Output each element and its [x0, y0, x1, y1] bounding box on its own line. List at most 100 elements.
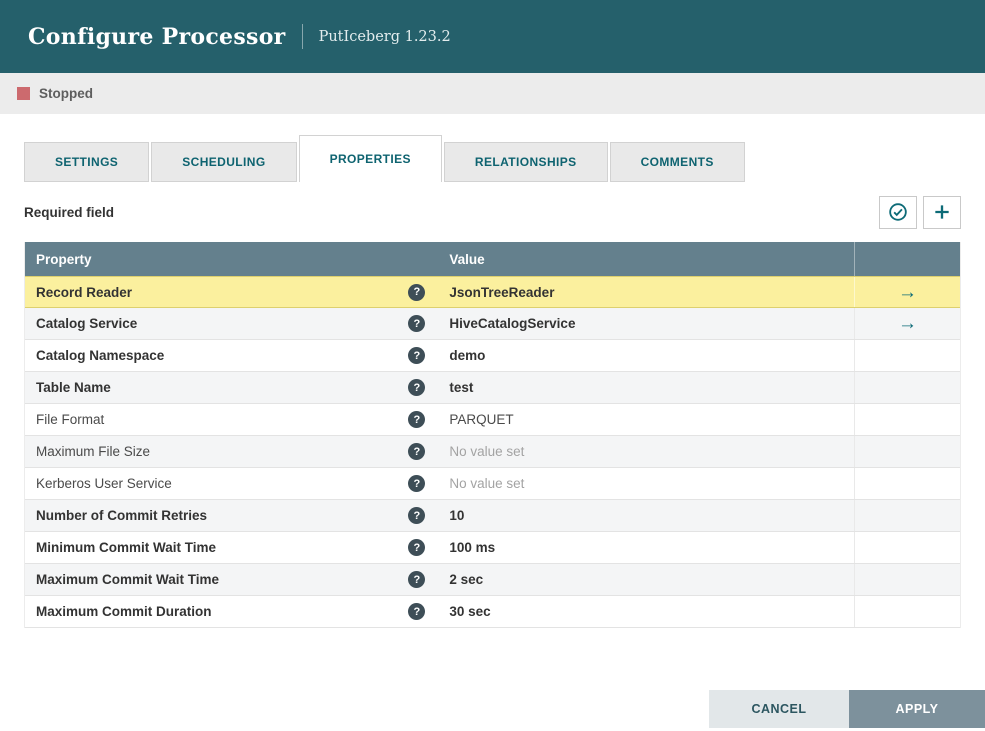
tab-settings[interactable]: SETTINGS: [24, 142, 150, 182]
property-name: Minimum Commit Wait Time: [36, 540, 217, 555]
table-row[interactable]: Catalog Namespace? demo: [25, 340, 960, 372]
property-name: File Format: [36, 412, 105, 427]
status-label: Stopped: [39, 86, 93, 101]
properties-table-body: Record Reader? JsonTreeReader → Catalog Ser…: [25, 276, 960, 628]
value-column-label: Value: [449, 251, 485, 267]
plus-icon: [932, 202, 952, 222]
action-column-header: [854, 242, 960, 276]
go-to-service-icon[interactable]: →: [898, 283, 917, 302]
action-cell: [854, 372, 960, 403]
property-name-cell: Record Reader?: [25, 277, 436, 307]
property-name: Maximum File Size: [36, 444, 151, 459]
table-row[interactable]: Minimum Commit Wait Time? 100 ms: [25, 532, 960, 564]
property-name: Maximum Commit Duration: [36, 604, 212, 619]
property-value-cell[interactable]: 10: [436, 500, 854, 531]
property-name: Maximum Commit Wait Time: [36, 572, 220, 587]
property-name: Table Name: [36, 380, 111, 395]
property-name-cell: Minimum Commit Wait Time?: [25, 532, 436, 563]
action-cell: [854, 500, 960, 531]
help-icon[interactable]: ?: [408, 571, 426, 588]
tab-scheduling[interactable]: SCHEDULING: [151, 142, 297, 182]
property-name-cell: Maximum Commit Duration?: [25, 596, 436, 627]
property-name-cell: Maximum Commit Wait Time?: [25, 564, 436, 595]
help-icon[interactable]: ?: [408, 603, 426, 620]
property-value-cell[interactable]: 30 sec: [436, 596, 854, 627]
stopped-status-icon: [17, 87, 30, 100]
property-name-cell: Number of Commit Retries?: [25, 500, 436, 531]
property-value-cell[interactable]: demo: [436, 340, 854, 371]
property-value-cell[interactable]: No value set: [436, 468, 854, 499]
dialog-footer: CANCEL APPLY: [709, 690, 985, 728]
action-cell: [854, 340, 960, 371]
table-row[interactable]: Record Reader? JsonTreeReader →: [25, 276, 960, 308]
action-cell: [854, 404, 960, 435]
help-icon[interactable]: ?: [408, 507, 426, 524]
status-bar: Stopped: [0, 73, 985, 114]
action-cell: [854, 436, 960, 467]
property-name-cell: Catalog Service?: [25, 308, 436, 339]
verify-properties-button[interactable]: [879, 195, 917, 229]
tab-bar: SETTINGS SCHEDULING PROPERTIES RELATIONSHIP…: [24, 135, 961, 182]
table-row[interactable]: File Format? PARQUET: [25, 404, 960, 436]
action-cell: [854, 596, 960, 627]
property-value-cell[interactable]: test: [436, 372, 854, 403]
property-name: Kerberos User Service: [36, 476, 172, 491]
cancel-button[interactable]: CANCEL: [709, 690, 849, 728]
property-name-cell: Table Name?: [25, 372, 436, 403]
property-value-cell[interactable]: No value set: [436, 436, 854, 467]
table-row[interactable]: Number of Commit Retries? 10: [25, 500, 960, 532]
property-value-cell[interactable]: 2 sec: [436, 564, 854, 595]
table-row[interactable]: Maximum File Size? No value set: [25, 436, 960, 468]
property-column-header: Property: [25, 242, 436, 276]
property-name-cell: Maximum File Size?: [25, 436, 436, 467]
properties-table: Property Value Record Reader? JsonTreeRea…: [24, 242, 961, 628]
table-row[interactable]: Kerberos User Service? No value set: [25, 468, 960, 500]
action-cell: →: [854, 308, 960, 339]
tab-properties[interactable]: PROPERTIES: [298, 135, 442, 182]
required-field-label: Required field: [24, 204, 115, 220]
action-cell: [854, 532, 960, 563]
table-row[interactable]: Maximum Commit Duration? 30 sec: [25, 596, 960, 628]
property-value-cell[interactable]: HiveCatalogService: [436, 308, 854, 339]
property-column-label: Property: [36, 251, 92, 267]
property-name-cell: Catalog Namespace?: [25, 340, 436, 371]
property-name: Catalog Service: [36, 316, 138, 331]
property-name: Number of Commit Retries: [36, 508, 208, 523]
help-icon[interactable]: ?: [408, 475, 426, 492]
add-property-button[interactable]: [923, 195, 961, 229]
dialog-content: SETTINGS SCHEDULING PROPERTIES RELATIONSHIP…: [0, 135, 985, 628]
help-icon[interactable]: ?: [408, 283, 426, 301]
apply-button[interactable]: APPLY: [849, 690, 985, 728]
table-row[interactable]: Catalog Service? HiveCatalogService →: [25, 308, 960, 340]
table-row[interactable]: Maximum Commit Wait Time? 2 sec: [25, 564, 960, 596]
dialog-title: Configure Processor: [28, 23, 286, 50]
tab-relationships[interactable]: RELATIONSHIPS: [443, 142, 608, 182]
property-value-cell[interactable]: PARQUET: [436, 404, 854, 435]
property-name-cell: File Format?: [25, 404, 436, 435]
help-icon[interactable]: ?: [408, 379, 426, 396]
processor-type-version: PutIceberg 1.23.2: [318, 28, 451, 45]
property-name: Record Reader: [36, 284, 133, 300]
help-icon[interactable]: ?: [408, 411, 426, 428]
help-icon[interactable]: ?: [408, 347, 426, 364]
help-icon[interactable]: ?: [408, 539, 426, 556]
properties-toolbar: Required field: [24, 194, 961, 230]
tab-comments[interactable]: COMMENTS: [609, 142, 745, 182]
property-value-cell[interactable]: JsonTreeReader: [436, 277, 854, 307]
dialog-header: Configure Processor PutIceberg 1.23.2: [0, 0, 985, 73]
go-to-service-icon[interactable]: →: [898, 314, 917, 333]
property-name-cell: Kerberos User Service?: [25, 468, 436, 499]
title-separator: [301, 24, 303, 49]
property-value-cell[interactable]: 100 ms: [436, 532, 854, 563]
table-header-row: Property Value: [25, 242, 960, 276]
help-icon[interactable]: ?: [408, 315, 426, 332]
action-cell: [854, 468, 960, 499]
action-cell: [854, 564, 960, 595]
help-icon[interactable]: ?: [408, 443, 426, 460]
property-name: Catalog Namespace: [36, 348, 165, 363]
toolbar-buttons: [879, 195, 961, 229]
check-circle-icon: [888, 202, 908, 222]
table-row[interactable]: Table Name? test: [25, 372, 960, 404]
value-column-header: Value: [436, 242, 854, 276]
action-cell: →: [854, 277, 960, 307]
